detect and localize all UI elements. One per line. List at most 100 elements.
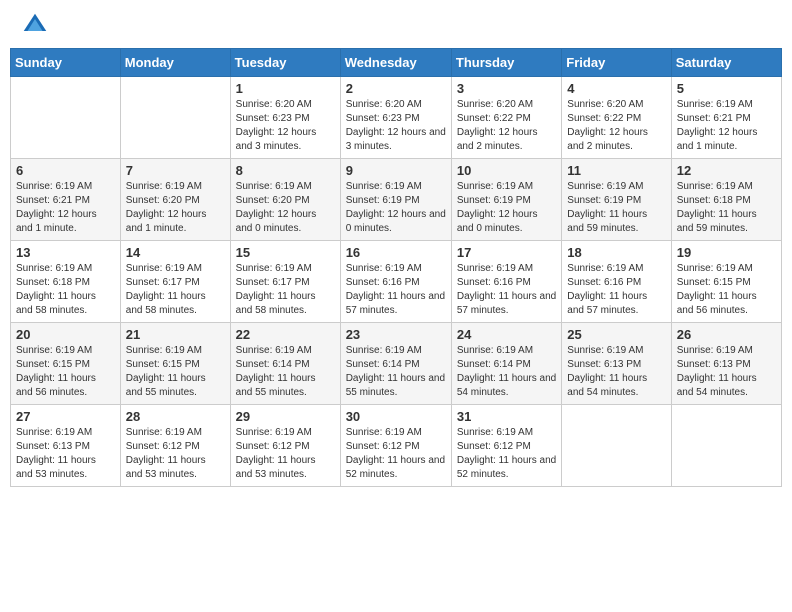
- day-info: Sunrise: 6:19 AM Sunset: 6:14 PM Dayligh…: [236, 344, 335, 400]
- weekday-header-thursday: Thursday: [451, 49, 561, 77]
- day-info: Sunrise: 6:19 AM Sunset: 6:21 PM Dayligh…: [16, 180, 115, 236]
- day-number: 3: [457, 81, 556, 96]
- day-number: 21: [126, 327, 225, 342]
- day-number: 6: [16, 163, 115, 178]
- day-info: Sunrise: 6:19 AM Sunset: 6:19 PM Dayligh…: [346, 180, 446, 236]
- day-number: 12: [677, 163, 776, 178]
- calendar-cell: 7 Sunrise: 6:19 AM Sunset: 6:20 PM Daylig…: [120, 159, 230, 241]
- day-info: Sunrise: 6:19 AM Sunset: 6:15 PM Dayligh…: [126, 344, 225, 400]
- calendar-cell: [120, 77, 230, 159]
- day-number: 19: [677, 245, 776, 260]
- calendar-cell: 22Sunrise: 6:19 AM Sunset: 6:14 PM Dayli…: [230, 323, 340, 405]
- day-info: Sunrise: 6:19 AM Sunset: 6:16 PM Dayligh…: [346, 262, 446, 318]
- day-number: 25: [567, 327, 665, 342]
- weekday-header-friday: Friday: [562, 49, 671, 77]
- day-info: Sunrise: 6:19 AM Sunset: 6:14 PM Dayligh…: [346, 344, 446, 400]
- day-number: 9: [346, 163, 446, 178]
- calendar-cell: 2 Sunrise: 6:20 AM Sunset: 6:23 PM Daylig…: [340, 77, 451, 159]
- weekday-header-row: SundayMondayTuesdayWednesdayThursdayFrid…: [11, 49, 782, 77]
- day-number: 20: [16, 327, 115, 342]
- weekday-header-sunday: Sunday: [11, 49, 121, 77]
- day-number: 30: [346, 409, 446, 424]
- weekday-header-wednesday: Wednesday: [340, 49, 451, 77]
- day-info: Sunrise: 6:19 AM Sunset: 6:13 PM Dayligh…: [16, 426, 115, 482]
- calendar-cell: 21 Sunrise: 6:19 AM Sunset: 6:15 PM Dayli…: [120, 323, 230, 405]
- day-info: Sunrise: 6:20 AM Sunset: 6:22 PM Dayligh…: [567, 98, 665, 154]
- day-info: Sunrise: 6:19 AM Sunset: 6:17 PM Dayligh…: [236, 262, 335, 318]
- calendar-cell: 16 Sunrise: 6:19 AM Sunset: 6:16 PM Dayli…: [340, 241, 451, 323]
- day-info: Sunrise: 6:20 AM Sunset: 6:23 PM Dayligh…: [346, 98, 446, 154]
- page-header: [10, 10, 782, 40]
- day-info: Sunrise: 6:19 AM Sunset: 6:20 PM Dayligh…: [126, 180, 225, 236]
- day-number: 27: [16, 409, 115, 424]
- calendar-cell: 27 Sunrise: 6:19 AM Sunset: 6:13 PM Dayli…: [11, 405, 121, 487]
- day-info: Sunrise: 6:19 AM Sunset: 6:19 PM Dayligh…: [457, 180, 556, 236]
- day-info: Sunrise: 6:19 AM Sunset: 6:15 PM Dayligh…: [16, 344, 115, 400]
- day-info: Sunrise: 6:19 AM Sunset: 6:12 PM Dayligh…: [457, 426, 556, 482]
- day-number: 31: [457, 409, 556, 424]
- day-number: 8: [236, 163, 335, 178]
- day-info: Sunrise: 6:20 AM Sunset: 6:22 PM Dayligh…: [457, 98, 556, 154]
- calendar-cell: 26Sunrise: 6:19 AM Sunset: 6:13 PM Dayli…: [671, 323, 781, 405]
- calendar-cell: 9 Sunrise: 6:19 AM Sunset: 6:19 PM Daylig…: [340, 159, 451, 241]
- day-number: 7: [126, 163, 225, 178]
- logo: [20, 10, 54, 40]
- calendar-cell: [11, 77, 121, 159]
- calendar-cell: 20 Sunrise: 6:19 AM Sunset: 6:15 PM Dayli…: [11, 323, 121, 405]
- day-info: Sunrise: 6:19 AM Sunset: 6:16 PM Dayligh…: [567, 262, 665, 318]
- day-info: Sunrise: 6:19 AM Sunset: 6:20 PM Dayligh…: [236, 180, 335, 236]
- day-info: Sunrise: 6:19 AM Sunset: 6:15 PM Dayligh…: [677, 262, 776, 318]
- calendar-cell: 15 Sunrise: 6:19 AM Sunset: 6:17 PM Dayli…: [230, 241, 340, 323]
- day-info: Sunrise: 6:19 AM Sunset: 6:19 PM Dayligh…: [567, 180, 665, 236]
- day-number: 28: [126, 409, 225, 424]
- calendar-cell: 23 Sunrise: 6:19 AM Sunset: 6:14 PM Dayli…: [340, 323, 451, 405]
- week-row-2: 6 Sunrise: 6:19 AM Sunset: 6:21 PM Daylig…: [11, 159, 782, 241]
- day-number: 14: [126, 245, 225, 260]
- day-number: 15: [236, 245, 335, 260]
- calendar-cell: 13 Sunrise: 6:19 AM Sunset: 6:18 PM Dayli…: [11, 241, 121, 323]
- calendar-cell: 5 Sunrise: 6:19 AM Sunset: 6:21 PM Daylig…: [671, 77, 781, 159]
- calendar-cell: [562, 405, 671, 487]
- day-number: 13: [16, 245, 115, 260]
- day-info: Sunrise: 6:20 AM Sunset: 6:23 PM Dayligh…: [236, 98, 335, 154]
- calendar-cell: 31 Sunrise: 6:19 AM Sunset: 6:12 PM Dayli…: [451, 405, 561, 487]
- day-number: 17: [457, 245, 556, 260]
- calendar-cell: 10 Sunrise: 6:19 AM Sunset: 6:19 PM Dayli…: [451, 159, 561, 241]
- weekday-header-saturday: Saturday: [671, 49, 781, 77]
- day-number: 18: [567, 245, 665, 260]
- week-row-5: 27 Sunrise: 6:19 AM Sunset: 6:13 PM Dayli…: [11, 405, 782, 487]
- day-number: 29: [236, 409, 335, 424]
- calendar-cell: 17Sunrise: 6:19 AM Sunset: 6:16 PM Dayli…: [451, 241, 561, 323]
- day-number: 4: [567, 81, 665, 96]
- calendar-cell: 24 Sunrise: 6:19 AM Sunset: 6:14 PM Dayli…: [451, 323, 561, 405]
- day-number: 5: [677, 81, 776, 96]
- calendar-cell: 1Sunrise: 6:20 AM Sunset: 6:23 PM Daylig…: [230, 77, 340, 159]
- week-row-1: 1Sunrise: 6:20 AM Sunset: 6:23 PM Daylig…: [11, 77, 782, 159]
- day-number: 26: [677, 327, 776, 342]
- day-number: 16: [346, 245, 446, 260]
- day-info: Sunrise: 6:19 AM Sunset: 6:14 PM Dayligh…: [457, 344, 556, 400]
- calendar-cell: 29Sunrise: 6:19 AM Sunset: 6:12 PM Dayli…: [230, 405, 340, 487]
- calendar-cell: 12 Sunrise: 6:19 AM Sunset: 6:18 PM Dayli…: [671, 159, 781, 241]
- calendar-cell: 6 Sunrise: 6:19 AM Sunset: 6:21 PM Daylig…: [11, 159, 121, 241]
- calendar-cell: 28 Sunrise: 6:19 AM Sunset: 6:12 PM Dayli…: [120, 405, 230, 487]
- week-row-4: 20 Sunrise: 6:19 AM Sunset: 6:15 PM Dayli…: [11, 323, 782, 405]
- day-number: 11: [567, 163, 665, 178]
- calendar-cell: [671, 405, 781, 487]
- day-info: Sunrise: 6:19 AM Sunset: 6:18 PM Dayligh…: [677, 180, 776, 236]
- day-number: 2: [346, 81, 446, 96]
- day-info: Sunrise: 6:19 AM Sunset: 6:18 PM Dayligh…: [16, 262, 115, 318]
- day-number: 24: [457, 327, 556, 342]
- weekday-header-tuesday: Tuesday: [230, 49, 340, 77]
- day-info: Sunrise: 6:19 AM Sunset: 6:21 PM Dayligh…: [677, 98, 776, 154]
- day-info: Sunrise: 6:19 AM Sunset: 6:13 PM Dayligh…: [567, 344, 665, 400]
- calendar-cell: 30Sunrise: 6:19 AM Sunset: 6:12 PM Dayli…: [340, 405, 451, 487]
- weekday-header-monday: Monday: [120, 49, 230, 77]
- calendar-cell: 14 Sunrise: 6:19 AM Sunset: 6:17 PM Dayli…: [120, 241, 230, 323]
- day-number: 10: [457, 163, 556, 178]
- day-info: Sunrise: 6:19 AM Sunset: 6:17 PM Dayligh…: [126, 262, 225, 318]
- calendar-cell: 11 Sunrise: 6:19 AM Sunset: 6:19 PM Dayli…: [562, 159, 671, 241]
- calendar-cell: 25 Sunrise: 6:19 AM Sunset: 6:13 PM Dayli…: [562, 323, 671, 405]
- day-info: Sunrise: 6:19 AM Sunset: 6:12 PM Dayligh…: [126, 426, 225, 482]
- day-number: 23: [346, 327, 446, 342]
